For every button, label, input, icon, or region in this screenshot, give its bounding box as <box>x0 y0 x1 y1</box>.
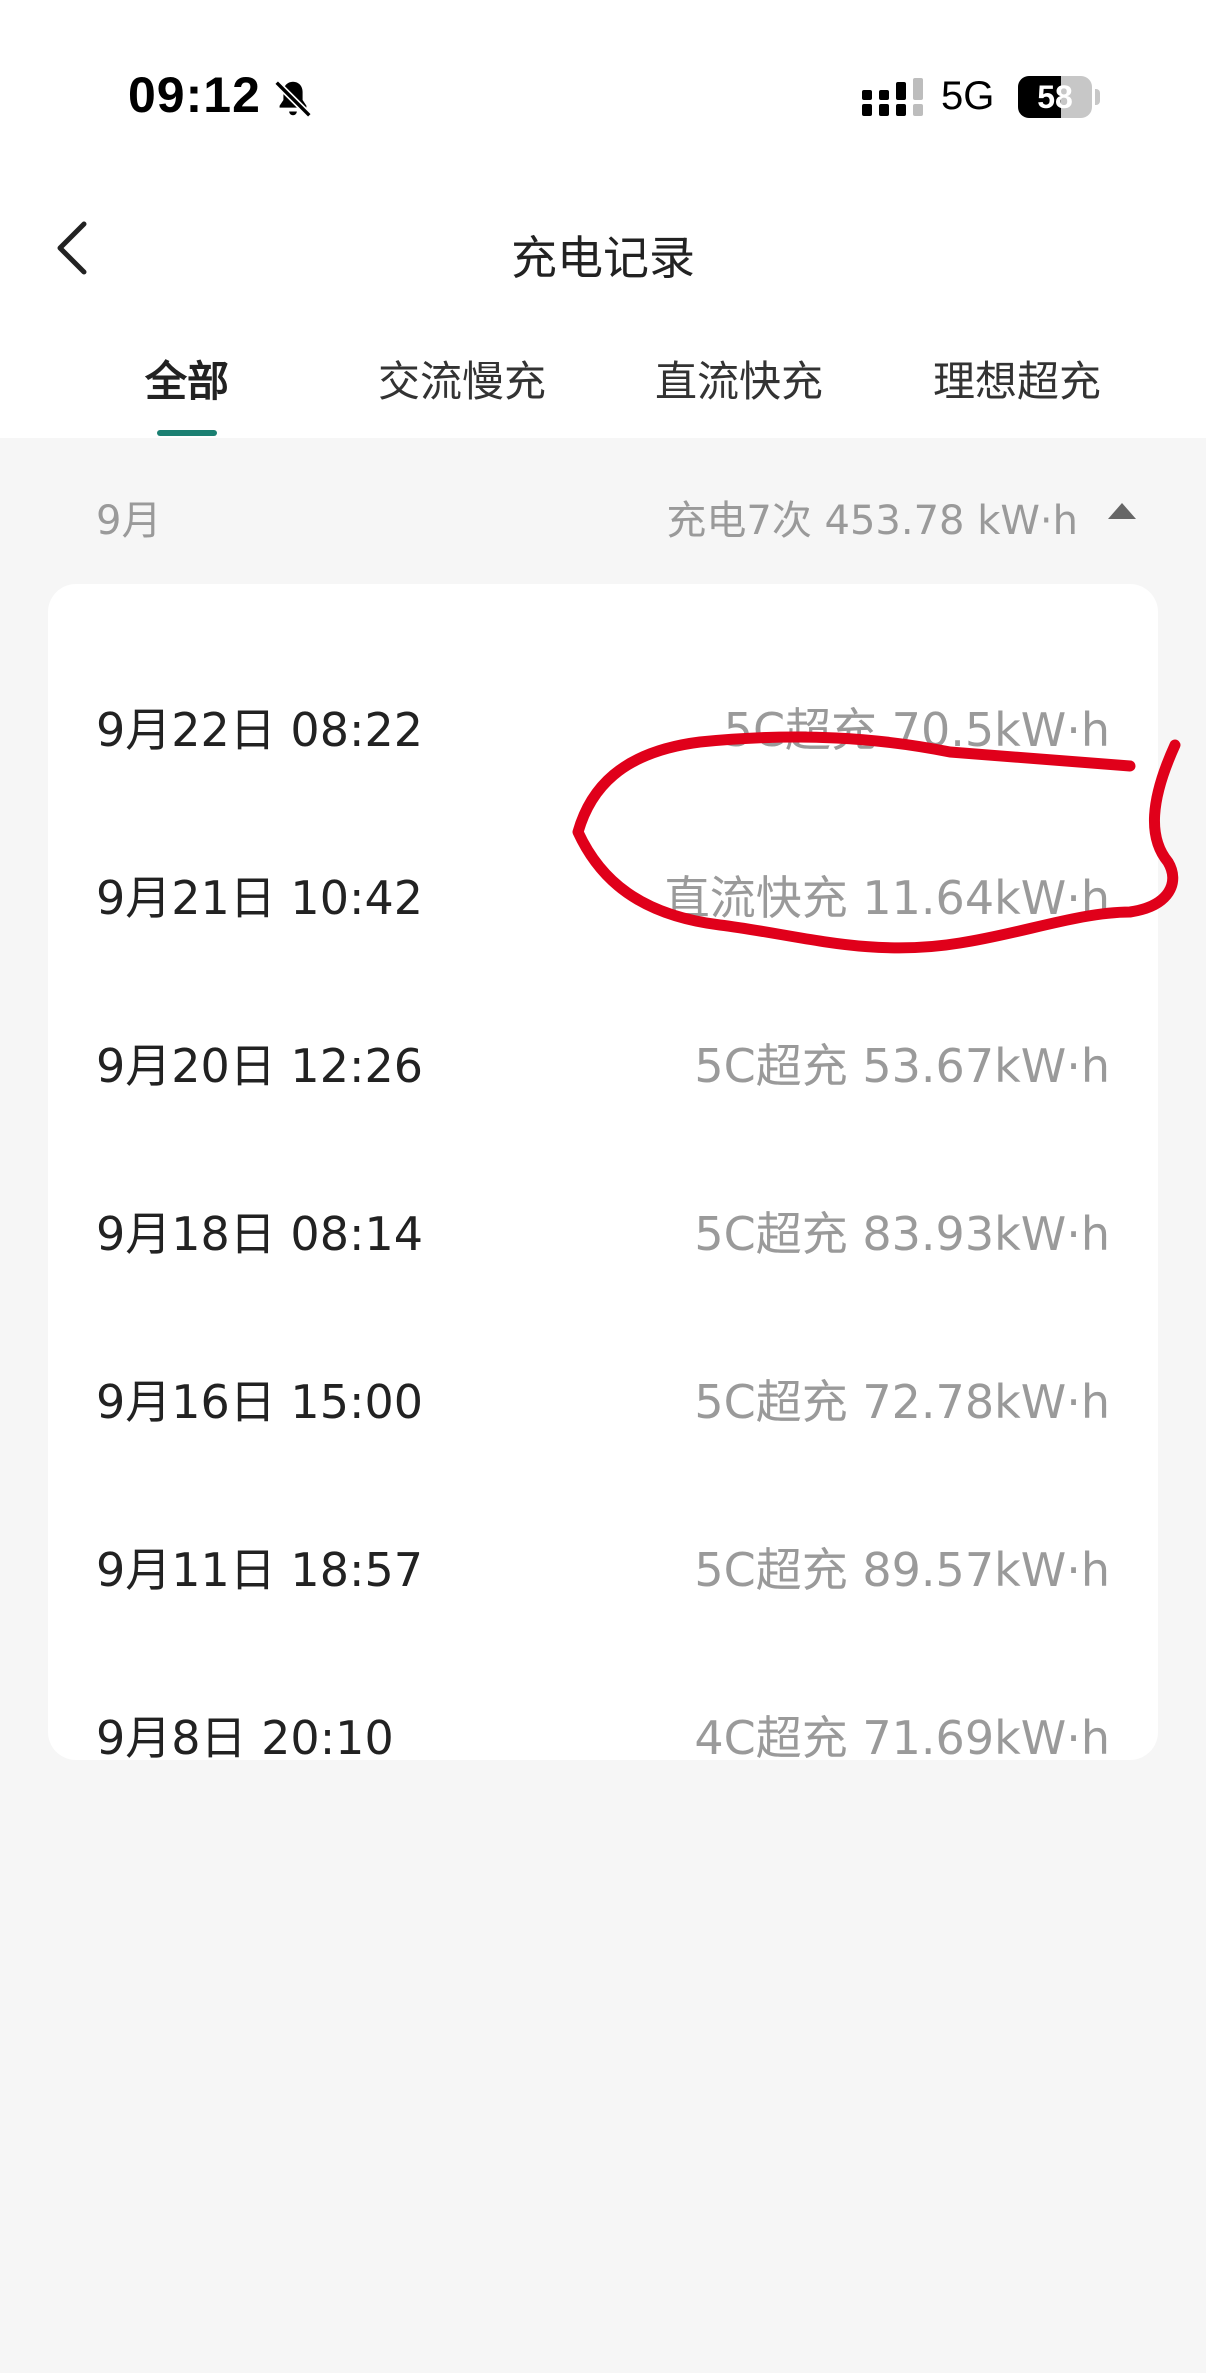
caret-up-icon[interactable] <box>1107 502 1137 520</box>
record-row[interactable]: 9月21日 10:42 直流快充 11.64kW·h <box>48 836 1158 936</box>
tab-dc-fast[interactable]: 直流快充 <box>609 348 869 409</box>
record-energy: 5C超充 70.5kW·h <box>723 703 1110 757</box>
record-row[interactable]: 9月16日 15:00 5C超充 72.78kW·h <box>48 1340 1158 1440</box>
month-label: 9月 <box>96 498 162 544</box>
battery-level: 58 <box>1037 79 1073 115</box>
record-row[interactable]: 9月8日 20:10 4C超充 71.69kW·h <box>48 1676 1158 1776</box>
bell-muted-icon <box>274 80 312 118</box>
record-date: 9月8日 20:10 <box>96 1711 394 1765</box>
tab-ac-slow[interactable]: 交流慢充 <box>332 348 592 409</box>
record-energy: 5C超充 89.57kW·h <box>694 1543 1110 1597</box>
record-date: 9月18日 08:14 <box>96 1207 423 1261</box>
record-date: 9月22日 08:22 <box>96 703 423 757</box>
header-area: 09:12 5G 58 充电记录 全部 交流慢充 直流快充 理想超充 <box>0 0 1206 438</box>
record-energy: 5C超充 53.67kW·h <box>694 1039 1110 1093</box>
tab-li-super[interactable]: 理想超充 <box>887 348 1147 409</box>
record-energy: 4C超充 71.69kW·h <box>694 1711 1110 1765</box>
tab-all[interactable]: 全部 <box>57 348 317 409</box>
tab-indicator <box>157 430 217 436</box>
record-row[interactable]: 9月18日 08:14 5C超充 83.93kW·h <box>48 1172 1158 1272</box>
page-title: 充电记录 <box>511 231 695 285</box>
record-energy: 直流快充 11.64kW·h <box>663 871 1110 925</box>
records-card: 9月22日 08:22 5C超充 70.5kW·h 9月21日 10:42 直流… <box>48 584 1158 1765</box>
signal-icon <box>862 78 923 116</box>
battery-icon: 58 <box>1018 76 1100 118</box>
network-type: 5G <box>941 74 995 118</box>
record-energy: 5C超充 72.78kW·h <box>694 1375 1110 1429</box>
status-time: 09:12 <box>128 67 261 123</box>
month-summary[interactable]: 充电7次 453.78 kW·h <box>666 488 1078 546</box>
record-energy: 5C超充 83.93kW·h <box>694 1207 1110 1261</box>
record-date: 9月11日 18:57 <box>96 1543 423 1597</box>
record-date: 9月21日 10:42 <box>96 871 423 925</box>
record-row[interactable]: 9月20日 12:26 5C超充 53.67kW·h <box>48 1004 1158 1104</box>
record-row[interactable]: 9月11日 18:57 5C超充 89.57kW·h <box>48 1508 1158 1608</box>
record-date: 9月16日 15:00 <box>96 1375 423 1429</box>
record-row[interactable]: 9月22日 08:22 5C超充 70.5kW·h <box>48 668 1158 768</box>
record-date: 9月20日 12:26 <box>96 1039 423 1093</box>
